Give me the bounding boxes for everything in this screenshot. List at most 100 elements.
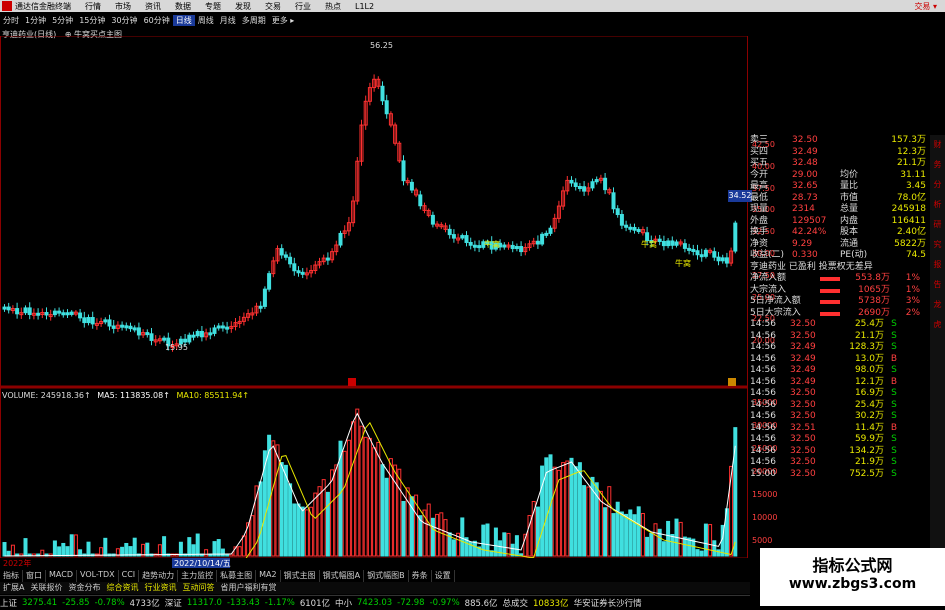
indicator-tab[interactable]: 趋势动力 [139, 570, 179, 582]
tick-price: 32.50 [790, 319, 816, 329]
indicator-tab[interactable]: VOL-TDX [77, 570, 119, 582]
side-tab[interactable]: 告 [934, 275, 942, 295]
index-name[interactable]: 上证 [0, 597, 17, 609]
indicator-tab[interactable]: 钢式幅图B [364, 570, 409, 582]
menu-item-industry[interactable]: 行业 [295, 1, 311, 12]
menu-item-hot[interactable]: 热点 [325, 1, 341, 12]
index-name[interactable]: 中小 [335, 597, 352, 609]
menu-item-data[interactable]: 数据 [175, 1, 191, 12]
volume-bar [73, 534, 78, 557]
candle-body [615, 208, 620, 216]
candle-body [208, 332, 213, 336]
volume-bar [317, 486, 322, 557]
index-value: 11317.0 [186, 598, 222, 608]
volume-bar [451, 539, 456, 557]
event-marker-icon[interactable] [348, 378, 356, 386]
menu-item-topic[interactable]: 专题 [205, 1, 221, 12]
menu-item-trade[interactable]: 交易 [265, 1, 281, 12]
candle-body [380, 85, 385, 102]
fund-pct: 1% [905, 284, 920, 295]
site-watermark: 指标公式网 www.zbgs3.com [760, 548, 945, 606]
menu-item-discover[interactable]: 发现 [235, 1, 251, 12]
side-tab[interactable]: 分 [934, 175, 942, 195]
volume-bar [472, 540, 477, 557]
indicator-tab[interactable]: 设置 [432, 570, 455, 582]
candle-body [279, 248, 284, 256]
info-tab[interactable]: 扩展A [0, 582, 27, 594]
volume-bar [40, 549, 45, 557]
stat-cell: 3.45 [905, 181, 926, 191]
info-tab[interactable]: 资金分布 [65, 582, 103, 594]
candle-body [111, 325, 116, 329]
info-tab[interactable]: 省用户福利有赏 [217, 582, 279, 594]
side-tab[interactable]: 务 [934, 155, 942, 175]
event-marker-icon[interactable] [728, 378, 736, 386]
ma10-value: MA10: 85511.94↑ [176, 391, 250, 400]
indicator-tab[interactable]: 主力监控 [178, 570, 218, 582]
indicator-tab[interactable]: 私募主图 [217, 570, 257, 582]
volume-bar [661, 541, 666, 557]
side-tab[interactable]: 龙 [934, 295, 942, 315]
info-tab[interactable]: 综合资讯 [103, 582, 141, 594]
info-tab[interactable]: 行业资讯 [141, 582, 179, 594]
candle-body [724, 257, 729, 264]
tick-row: 14:56 32.50 25.4万 S [750, 400, 930, 412]
period-tab-more[interactable]: 更多 ▸ [269, 15, 298, 26]
tick-row: 14:56 32.49 12.1万 B [750, 377, 930, 389]
niuwo-marker: 牛窝 [675, 258, 691, 268]
period-tab[interactable]: 分时 [0, 15, 22, 26]
period-tab[interactable]: 1分钟 [22, 15, 49, 26]
period-tab-daily[interactable]: 日线 [172, 15, 195, 26]
period-tab[interactable]: 5分钟 [49, 15, 76, 26]
side-tab[interactable]: 究 [934, 235, 942, 255]
kline-chart[interactable]: 56.25 15.95 牛窝 牛窝 牛窝 2022年 2022/10/14/五 [0, 36, 750, 570]
tick-volume: 25.4万 [854, 399, 884, 410]
indicator-tab[interactable]: 指标 [0, 570, 23, 582]
candle-body [103, 319, 108, 323]
candle-body [619, 214, 624, 226]
period-tab[interactable]: 月线 [217, 15, 239, 26]
indicator-tab[interactable]: 窗口 [23, 570, 46, 582]
volume-bar [426, 503, 431, 557]
candle-body [199, 330, 204, 338]
volume-bar [342, 450, 347, 557]
indicator-tab[interactable]: MA2 [256, 570, 281, 582]
indicator-tab[interactable]: 钢式主图 [281, 570, 320, 582]
side-tab[interactable]: 报 [934, 255, 942, 275]
side-tab[interactable]: 研 [934, 215, 942, 235]
indicator-tab[interactable]: 券条 [409, 570, 432, 582]
info-tab[interactable]: 互动问答 [179, 582, 217, 594]
period-tab[interactable]: 15分钟 [76, 15, 108, 26]
side-tab[interactable]: 财 [934, 135, 942, 155]
info-tab[interactable]: 关联报价 [27, 582, 65, 594]
candle-body [540, 233, 545, 245]
period-tab[interactable]: 多周期 [239, 15, 269, 26]
tick-price: 32.49 [790, 353, 816, 364]
candle-body [216, 325, 221, 329]
candle-body [145, 332, 150, 336]
volume-bar [145, 542, 150, 557]
tick-row: 14:56 32.49 98.0万 S [750, 365, 930, 377]
trade-dropdown[interactable]: 交易 ▾ [914, 1, 937, 12]
menu-item-l1l2[interactable]: L1L2 [355, 2, 374, 11]
menu-item-news[interactable]: 资讯 [145, 1, 161, 12]
low-price-label: 15.95 [165, 343, 188, 352]
volume-bar [325, 491, 330, 557]
fund-label: 净流入额 [750, 273, 787, 283]
candle-body [661, 240, 666, 247]
indicator-tab[interactable]: MACD [46, 570, 77, 582]
indicator-tab[interactable]: CCI [119, 570, 140, 582]
side-tab[interactable]: 析 [934, 195, 942, 215]
indicator-tab[interactable]: 钢式幅图A [320, 570, 365, 582]
period-tab[interactable]: 60分钟 [141, 15, 173, 26]
index-name[interactable]: 深证 [165, 597, 182, 609]
period-tab[interactable]: 周线 [195, 15, 217, 26]
tick-volume: 12.1万 [854, 376, 884, 387]
tick-side: S [891, 365, 897, 375]
side-tab[interactable]: 虎 [934, 315, 942, 335]
period-tab[interactable]: 30分钟 [108, 15, 140, 26]
volume-bar [57, 546, 62, 557]
volume-bar [435, 513, 440, 557]
menu-item-market[interactable]: 市场 [115, 1, 131, 12]
menu-item-quote[interactable]: 行情 [85, 1, 101, 12]
